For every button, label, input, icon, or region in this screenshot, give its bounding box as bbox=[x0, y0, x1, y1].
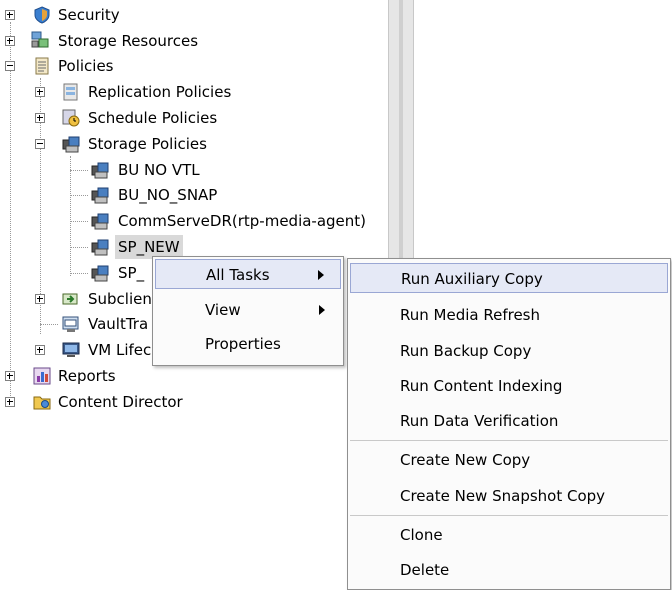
collapse-icon[interactable] bbox=[5, 61, 15, 71]
menu-item-delete[interactable]: Delete bbox=[350, 555, 668, 585]
expand-icon[interactable] bbox=[35, 87, 45, 97]
menu-item-run-auxiliary-copy[interactable]: Run Auxiliary Copy bbox=[350, 263, 668, 293]
menu-item-run-media-refresh[interactable]: Run Media Refresh bbox=[350, 300, 668, 330]
tree-label: Storage Resources bbox=[58, 32, 199, 50]
tree-label: Security bbox=[58, 6, 120, 24]
tree-label: Policies bbox=[58, 57, 114, 75]
tree-label: BU_NO_SNAP bbox=[118, 186, 218, 204]
expand-icon[interactable] bbox=[5, 371, 15, 381]
schedule-policy-icon bbox=[62, 109, 80, 127]
menu-separator bbox=[350, 515, 668, 516]
tree-line bbox=[70, 156, 71, 276]
tree-label: VM Lifec bbox=[88, 341, 152, 359]
menu-item-all-tasks[interactable]: All Tasks bbox=[155, 259, 341, 289]
submenu-arrow-icon bbox=[319, 305, 325, 315]
expand-icon[interactable] bbox=[35, 294, 45, 304]
collapse-icon[interactable] bbox=[35, 139, 45, 149]
menu-item-label: Create New Copy bbox=[400, 451, 531, 469]
menu-item-run-data-verification[interactable]: Run Data Verification bbox=[350, 406, 668, 436]
menu-item-label: Delete bbox=[400, 561, 450, 579]
tree-line bbox=[10, 22, 11, 402]
all-tasks-submenu: Run Auxiliary Copy Run Media Refresh Run… bbox=[347, 258, 671, 590]
menu-item-label: Run Backup Copy bbox=[400, 342, 532, 360]
context-menu: All Tasks View Properties bbox=[152, 256, 344, 366]
storage-policy-icon bbox=[62, 136, 80, 153]
expand-icon[interactable] bbox=[5, 36, 15, 46]
menu-item-create-new-copy[interactable]: Create New Copy bbox=[350, 445, 668, 475]
tree-label: CommServeDR(rtp-media-agent) bbox=[118, 212, 367, 230]
menu-item-label: Run Media Refresh bbox=[400, 306, 540, 324]
storage-policy-icon bbox=[91, 187, 109, 204]
expand-icon[interactable] bbox=[35, 345, 45, 355]
menu-item-label: View bbox=[205, 301, 241, 319]
tree-label: Schedule Policies bbox=[88, 109, 218, 127]
policies-icon bbox=[35, 57, 49, 75]
menu-item-label: Create New Snapshot Copy bbox=[400, 487, 606, 505]
tree-label: Content Director bbox=[58, 393, 183, 411]
reports-icon bbox=[33, 367, 51, 385]
tree-line bbox=[70, 170, 88, 171]
tree-label: Replication Policies bbox=[88, 83, 232, 101]
tree-label: SP_ bbox=[118, 264, 145, 282]
storage-resources-icon bbox=[31, 31, 49, 48]
menu-separator bbox=[350, 440, 668, 441]
tree-line bbox=[70, 247, 88, 248]
tree-label: Subclien bbox=[88, 290, 152, 308]
menu-item-create-new-snapshot-copy[interactable]: Create New Snapshot Copy bbox=[350, 481, 668, 511]
tree-label: Reports bbox=[58, 367, 116, 385]
menu-item-label: Run Auxiliary Copy bbox=[401, 270, 543, 288]
content-director-icon bbox=[33, 396, 51, 410]
vault-tracker-icon bbox=[62, 316, 79, 332]
storage-policy-icon bbox=[91, 162, 109, 179]
menu-item-properties[interactable]: Properties bbox=[155, 329, 341, 359]
tree-line bbox=[70, 195, 88, 196]
tree-line bbox=[40, 324, 58, 325]
storage-policy-icon bbox=[91, 239, 109, 256]
menu-item-label: Properties bbox=[205, 335, 281, 353]
menu-item-clone[interactable]: Clone bbox=[350, 520, 668, 550]
shield-icon bbox=[34, 6, 50, 24]
menu-item-run-backup-copy[interactable]: Run Backup Copy bbox=[350, 336, 668, 366]
expand-icon[interactable] bbox=[5, 397, 15, 407]
vm-lifecycle-icon bbox=[62, 342, 80, 357]
menu-item-label: Run Content Indexing bbox=[400, 377, 563, 395]
expand-icon[interactable] bbox=[35, 113, 45, 123]
tree-line bbox=[70, 221, 88, 222]
menu-item-view[interactable]: View bbox=[155, 295, 341, 325]
tree-line bbox=[70, 273, 88, 274]
storage-policy-icon bbox=[91, 213, 109, 230]
menu-item-label: All Tasks bbox=[206, 266, 270, 284]
tree-label: Storage Policies bbox=[88, 135, 207, 153]
tree-label: BU NO VTL bbox=[118, 161, 200, 179]
submenu-arrow-icon bbox=[318, 270, 324, 280]
storage-policy-icon bbox=[91, 265, 109, 282]
replication-policy-icon bbox=[63, 83, 78, 101]
menu-item-run-content-indexing[interactable]: Run Content Indexing bbox=[350, 371, 668, 401]
subclient-policy-icon bbox=[62, 293, 78, 305]
tree-label: VaultTra bbox=[88, 315, 149, 333]
menu-item-label: Clone bbox=[400, 526, 443, 544]
expand-icon[interactable] bbox=[5, 10, 15, 20]
menu-item-label: Run Data Verification bbox=[400, 412, 559, 430]
